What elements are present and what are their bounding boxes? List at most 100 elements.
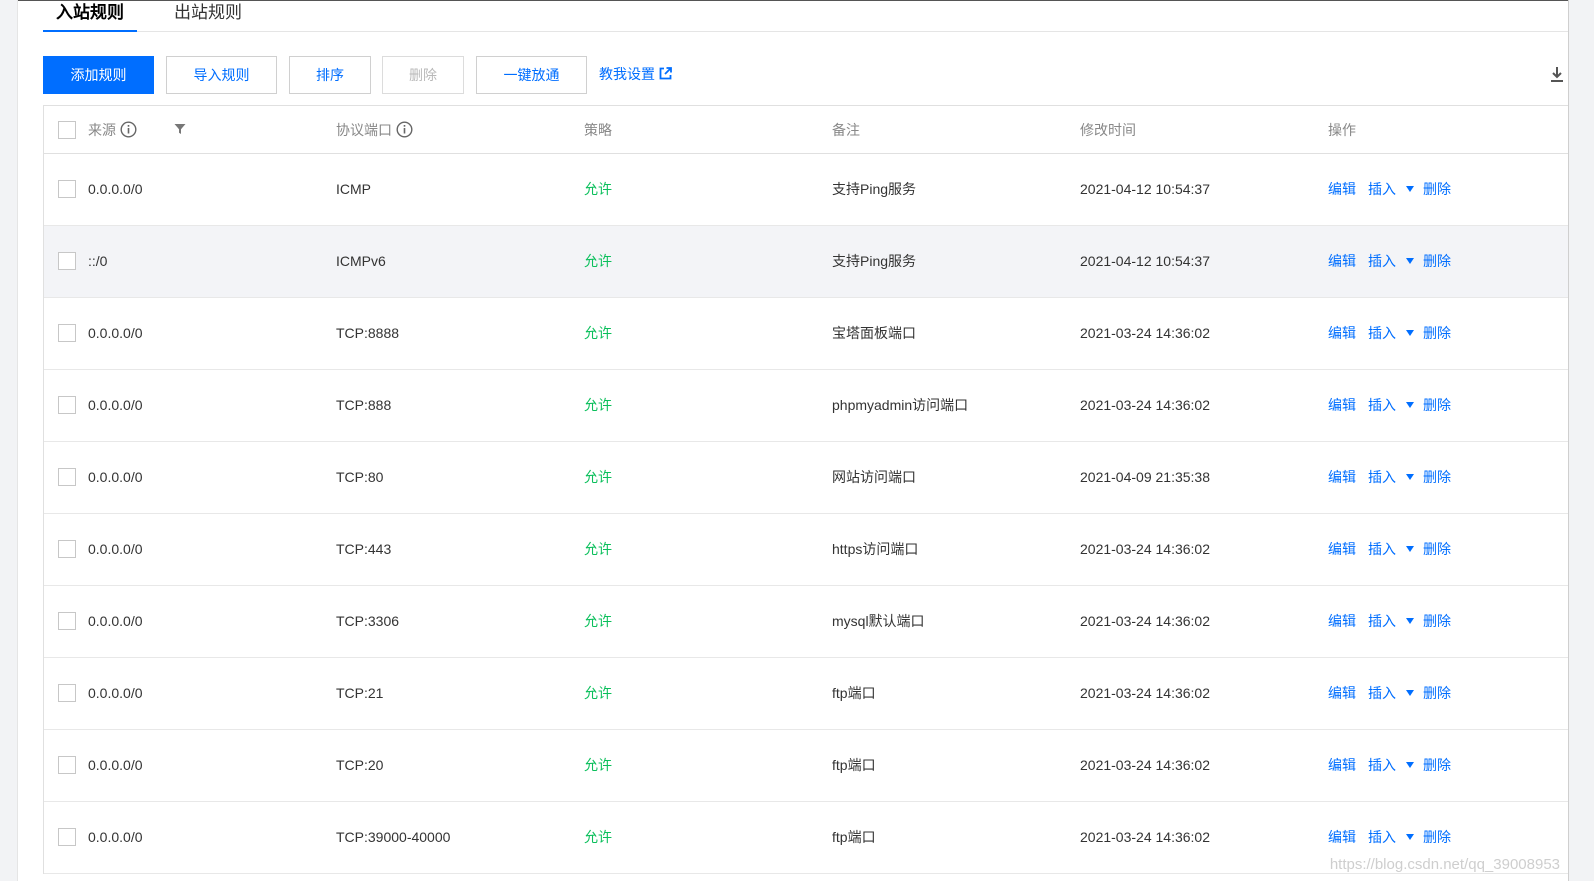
cell-source: 0.0.0.0/0 xyxy=(88,757,143,773)
table-row: 0.0.0.0/0 TCP:3306 允许 mysql默认端口 2021-03-24 1… xyxy=(44,586,1568,658)
row-checkbox[interactable] xyxy=(58,828,76,846)
cell-source: ::/0 xyxy=(88,253,108,269)
insert-link[interactable]: 插入 xyxy=(1368,514,1396,584)
row-checkbox[interactable] xyxy=(58,756,76,774)
cell-policy: 允许 xyxy=(584,397,612,413)
edit-link[interactable]: 编辑 xyxy=(1328,730,1356,800)
row-checkbox[interactable] xyxy=(58,252,76,270)
insert-link[interactable]: 插入 xyxy=(1368,586,1396,656)
insert-link[interactable]: 插入 xyxy=(1368,370,1396,440)
cell-modified-time: 2021-03-24 14:36:02 xyxy=(1080,397,1210,413)
edit-link[interactable]: 编辑 xyxy=(1328,442,1356,512)
row-actions: 编辑 插入 删除 xyxy=(1328,370,1451,442)
delete-link[interactable]: 删除 xyxy=(1423,730,1451,800)
header-actions: 操作 xyxy=(1328,122,1356,138)
cell-protocol-port: TCP:39000-40000 xyxy=(336,829,451,845)
caret-down-icon[interactable] xyxy=(1406,546,1414,553)
row-checkbox[interactable] xyxy=(58,396,76,414)
cell-protocol-port: TCP:20 xyxy=(336,757,384,773)
insert-link[interactable]: 插入 xyxy=(1368,154,1396,224)
caret-down-icon[interactable] xyxy=(1406,474,1414,481)
cell-protocol-port: TCP:888 xyxy=(336,397,392,413)
insert-link[interactable]: 插入 xyxy=(1368,226,1396,296)
delete-button[interactable]: 删除 xyxy=(382,56,464,94)
cell-note: ftp端口 xyxy=(832,757,876,773)
cell-policy: 允许 xyxy=(584,829,612,845)
import-rules-button[interactable]: 导入规则 xyxy=(166,56,277,94)
download-icon[interactable] xyxy=(1549,66,1565,84)
edit-link[interactable]: 编辑 xyxy=(1328,514,1356,584)
insert-link[interactable]: 插入 xyxy=(1368,658,1396,728)
filter-icon[interactable] xyxy=(174,123,186,135)
row-actions: 编辑 插入 删除 xyxy=(1328,298,1451,370)
sort-button[interactable]: 排序 xyxy=(289,56,371,94)
add-rule-button[interactable]: 添加规则 xyxy=(43,56,154,94)
cell-source: 0.0.0.0/0 xyxy=(88,829,143,845)
table-row: 0.0.0.0/0 TCP:8888 允许 宝塔面板端口 2021-03-24 14:3… xyxy=(44,298,1568,370)
delete-link[interactable]: 删除 xyxy=(1423,658,1451,728)
insert-link[interactable]: 插入 xyxy=(1368,442,1396,512)
caret-down-icon[interactable] xyxy=(1406,258,1414,265)
edit-link[interactable]: 编辑 xyxy=(1328,226,1356,296)
info-icon[interactable] xyxy=(396,121,413,138)
info-icon[interactable] xyxy=(120,121,137,138)
right-scrollbar[interactable] xyxy=(1568,0,1594,881)
row-actions: 编辑 插入 删除 xyxy=(1328,586,1451,658)
delete-link[interactable]: 删除 xyxy=(1423,370,1451,440)
caret-down-icon[interactable] xyxy=(1406,762,1414,769)
header-protocol-port: 协议端口 xyxy=(336,106,413,154)
row-actions: 编辑 插入 删除 xyxy=(1328,442,1451,514)
cell-policy: 允许 xyxy=(584,469,612,485)
tab-outbound-rules[interactable]: 出站规则 xyxy=(174,2,242,32)
caret-down-icon[interactable] xyxy=(1406,330,1414,337)
row-checkbox[interactable] xyxy=(58,468,76,486)
cell-policy: 允许 xyxy=(584,325,612,341)
delete-link[interactable]: 删除 xyxy=(1423,514,1451,584)
table-row: 0.0.0.0/0 ICMP 允许 支持Ping服务 2021-04-12 10:54:… xyxy=(44,154,1568,226)
external-link-icon xyxy=(659,67,672,80)
caret-down-icon[interactable] xyxy=(1406,618,1414,625)
row-checkbox[interactable] xyxy=(58,324,76,342)
edit-link[interactable]: 编辑 xyxy=(1328,298,1356,368)
cell-source: 0.0.0.0/0 xyxy=(88,397,143,413)
delete-link[interactable]: 删除 xyxy=(1423,154,1451,224)
cell-modified-time: 2021-04-12 10:54:37 xyxy=(1080,253,1210,269)
help-link-label: 教我设置 xyxy=(599,66,655,82)
delete-link[interactable]: 删除 xyxy=(1423,226,1451,296)
cell-source: 0.0.0.0/0 xyxy=(88,325,143,341)
edit-link[interactable]: 编辑 xyxy=(1328,658,1356,728)
cell-policy: 允许 xyxy=(584,181,612,197)
caret-down-icon[interactable] xyxy=(1406,402,1414,409)
edit-link[interactable]: 编辑 xyxy=(1328,370,1356,440)
insert-link[interactable]: 插入 xyxy=(1368,730,1396,800)
table-row: 0.0.0.0/0 TCP:443 允许 https访问端口 2021-03-24 14… xyxy=(44,514,1568,586)
cell-note: https访问端口 xyxy=(832,541,919,557)
cell-note: 支持Ping服务 xyxy=(832,181,917,197)
delete-link[interactable]: 删除 xyxy=(1423,586,1451,656)
cell-protocol-port: ICMPv6 xyxy=(336,253,386,269)
cell-policy: 允许 xyxy=(584,685,612,701)
caret-down-icon[interactable] xyxy=(1406,690,1414,697)
cell-note: mysql默认端口 xyxy=(832,613,925,629)
help-link[interactable]: 教我设置 xyxy=(599,56,672,94)
row-checkbox[interactable] xyxy=(58,684,76,702)
delete-link[interactable]: 删除 xyxy=(1423,298,1451,368)
select-all-checkbox[interactable] xyxy=(58,121,76,139)
edit-link[interactable]: 编辑 xyxy=(1328,586,1356,656)
cell-protocol-port: TCP:3306 xyxy=(336,613,400,629)
cell-modified-time: 2021-04-12 10:54:37 xyxy=(1080,181,1210,197)
open-all-button[interactable]: 一键放通 xyxy=(476,56,587,94)
caret-down-icon[interactable] xyxy=(1406,186,1414,193)
delete-link[interactable]: 删除 xyxy=(1423,442,1451,512)
header-source: 来源 xyxy=(88,106,137,154)
cell-policy: 允许 xyxy=(584,253,612,269)
caret-down-icon[interactable] xyxy=(1406,834,1414,841)
tab-inbound-rules[interactable]: 入站规则 xyxy=(43,2,137,32)
row-checkbox[interactable] xyxy=(58,180,76,198)
row-actions: 编辑 插入 删除 xyxy=(1328,658,1451,730)
row-checkbox[interactable] xyxy=(58,540,76,558)
edit-link[interactable]: 编辑 xyxy=(1328,154,1356,224)
row-checkbox[interactable] xyxy=(58,612,76,630)
insert-link[interactable]: 插入 xyxy=(1368,298,1396,368)
cell-policy: 允许 xyxy=(584,757,612,773)
